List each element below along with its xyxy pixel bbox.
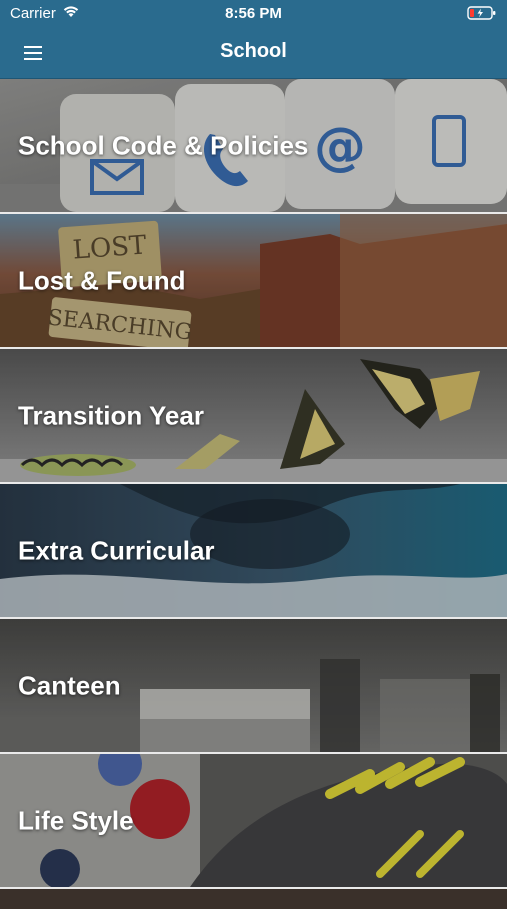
list-item-transition-year[interactable]: Transition Year	[0, 349, 507, 484]
navigation-bar: School	[0, 28, 507, 79]
status-bar: Carrier 8:56 PM	[0, 0, 507, 28]
list-item-school-code-policies[interactable]: @ School Code & Policies	[0, 79, 507, 214]
list-item-extra-curricular[interactable]: Extra Curricular	[0, 484, 507, 619]
clock: 8:56 PM	[225, 5, 282, 22]
list-item-canteen[interactable]: Canteen	[0, 619, 507, 754]
list-item-label: Extra Curricular	[18, 535, 215, 565]
page-title: School	[220, 40, 287, 62]
list-item-life-style[interactable]: Life Style	[0, 754, 507, 889]
list-item-label: Transition Year	[18, 400, 204, 430]
list-item-label: Canteen	[18, 670, 121, 700]
category-list: @ School Code & Policies LOST SEARCHING	[0, 79, 507, 909]
list-item-label: School Code & Policies	[18, 130, 309, 160]
list-item-label: Lost & Found	[18, 265, 186, 295]
list-item-lost-found[interactable]: LOST SEARCHING Lost & Found	[0, 214, 507, 349]
list-item-label: Life Style	[18, 805, 134, 835]
battery-icon	[467, 5, 497, 25]
list-item-partial	[0, 889, 507, 909]
